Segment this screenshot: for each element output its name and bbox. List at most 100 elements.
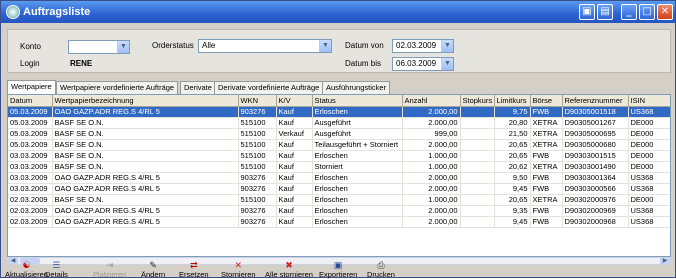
aktualisieren-button[interactable]: ☯ Aktualisieren bbox=[5, 261, 48, 279]
table-row[interactable]: 05.03.2009 BASF SE O.N. 515100 Kauf Ausgefüh… bbox=[8, 117, 670, 129]
chevron-down-icon[interactable]: ▼ bbox=[117, 41, 129, 53]
cancel-all-icon: ✖ bbox=[285, 260, 293, 270]
column-header[interactable]: Anzahl bbox=[402, 95, 461, 107]
screen-b-icon[interactable]: ▤ bbox=[597, 4, 613, 20]
column-header[interactable]: Referenznummer bbox=[562, 95, 629, 107]
table-cell: Erloschen bbox=[312, 150, 403, 162]
table-row[interactable]: 03.03.2009 OAO GAZP.ADR REG.S 4/RL 5 90327… bbox=[8, 172, 670, 184]
column-header[interactable]: WKN bbox=[238, 95, 277, 107]
drucken-button[interactable]: ⎙ Drucken bbox=[367, 261, 395, 279]
table-cell bbox=[460, 205, 495, 217]
table-cell: OAO GAZP.ADR REG.S 4/RL 5 bbox=[52, 205, 239, 217]
table-cell: 515100 bbox=[238, 117, 277, 129]
window-title: Auftragsliste bbox=[23, 6, 91, 18]
table-cell: 9,35 bbox=[494, 205, 531, 217]
chevron-down-icon[interactable]: ▼ bbox=[441, 58, 453, 70]
floppy-disk-icon: ▣ bbox=[333, 260, 343, 270]
chevron-down-icon[interactable]: ▼ bbox=[319, 40, 331, 52]
ersetzen-button[interactable]: ⇄ Ersetzen bbox=[179, 261, 209, 279]
stornieren-button[interactable]: ✕ Stornieren bbox=[221, 261, 256, 279]
tab-derivate-vordefiniert[interactable]: Derivate vordefinierte Aufträge bbox=[214, 81, 324, 94]
table-cell: DE000 bbox=[628, 139, 670, 151]
table-row[interactable]: 05.03.2009 BASF SE O.N. 515100 Kauf Teilausg… bbox=[8, 139, 670, 151]
table-row[interactable]: 03.03.2009 BASF SE O.N. 515100 Kauf Erlosche… bbox=[8, 150, 670, 162]
column-header[interactable]: Datum bbox=[8, 95, 53, 107]
column-header[interactable]: Börse bbox=[530, 95, 563, 107]
orderstatus-select[interactable]: Alle ▼ bbox=[198, 39, 332, 53]
table-cell: XETRA bbox=[530, 194, 563, 206]
column-header[interactable]: Wertpapierbezeichnung bbox=[52, 95, 239, 107]
table-cell: 2.000,00 bbox=[402, 183, 461, 195]
table-cell: BASF SE O.N. bbox=[52, 128, 239, 140]
column-header[interactable]: ISIN bbox=[628, 95, 670, 107]
table-cell: 1.000,00 bbox=[402, 194, 461, 206]
table-cell: D90303000566 bbox=[562, 183, 629, 195]
table-row[interactable]: 03.03.2009 OAO GAZP.ADR REG.S 4/RL 5 90327… bbox=[8, 183, 670, 195]
table-row[interactable]: 02.03.2009 BASF SE O.N. 515100 Kauf Erlosche… bbox=[8, 194, 670, 206]
maximize-button[interactable]: □ bbox=[639, 4, 655, 20]
table-cell: Ausgeführt bbox=[312, 117, 403, 129]
-ndern-button[interactable]: ✎ Ändern bbox=[141, 261, 165, 279]
orders-table[interactable]: Datum Wertpapierbezeichnung WKN K/V Status An… bbox=[7, 94, 671, 257]
table-cell: 903276 bbox=[238, 106, 277, 118]
table-cell: 9,75 bbox=[494, 106, 531, 118]
table-cell: DE000 bbox=[628, 117, 670, 129]
table-cell bbox=[460, 194, 495, 206]
table-cell: US368 bbox=[628, 216, 670, 228]
details-button[interactable]: ☰ Details bbox=[45, 261, 68, 279]
table-cell: Ausgeführt bbox=[312, 128, 403, 140]
datum-bis-picker[interactable]: 06.03.2009 ▼ bbox=[392, 57, 454, 71]
table-cell: XETRA bbox=[530, 139, 563, 151]
exportieren-button[interactable]: ▣ Exportieren bbox=[319, 261, 357, 279]
table-cell: XETRA bbox=[530, 117, 563, 129]
table-cell: FWB bbox=[530, 150, 563, 162]
platzieren-button: ⇥ Platzieren bbox=[93, 261, 126, 279]
table-cell: D90303001490 bbox=[562, 161, 629, 173]
scroll-right-icon[interactable]: ▶ bbox=[660, 258, 670, 264]
tab-wertpapiere[interactable]: Wertpapiere bbox=[7, 80, 56, 94]
table-row[interactable]: 03.03.2009 BASF SE O.N. 515100 Kauf Stornier… bbox=[8, 161, 670, 173]
datum-von-picker[interactable]: 02.03.2009 ▼ bbox=[392, 39, 454, 53]
table-cell: 05.03.2009 bbox=[8, 128, 53, 140]
table-cell: 05.03.2009 bbox=[8, 106, 53, 118]
tab-wertpapiere-vordefiniert[interactable]: Wertpapiere vordefinierte Aufträge bbox=[56, 81, 179, 94]
table-cell: 9,50 bbox=[494, 172, 531, 184]
table-cell: US368 bbox=[628, 205, 670, 217]
table-cell: 05.03.2009 bbox=[8, 117, 53, 129]
table-cell: Teilausgeführt + Storniert bbox=[312, 139, 403, 151]
table-cell: DE000 bbox=[628, 128, 670, 140]
close-button[interactable]: ✕ bbox=[657, 4, 673, 20]
alle-stornieren-button[interactable]: ✖ Alle stornieren bbox=[265, 261, 313, 279]
table-row[interactable]: 05.03.2009 BASF SE O.N. 515100 Verkauf Ausge… bbox=[8, 128, 670, 140]
title-bar[interactable]: Auftragsliste ▣ ▤ _ □ ✕ bbox=[1, 1, 675, 23]
table-cell bbox=[460, 117, 495, 129]
column-header[interactable]: K/V bbox=[276, 95, 313, 107]
table-cell: Kauf bbox=[276, 194, 313, 206]
table-cell bbox=[460, 106, 495, 118]
chevron-down-icon[interactable]: ▼ bbox=[441, 40, 453, 52]
table-cell: Verkauf bbox=[276, 128, 313, 140]
table-cell: FWB bbox=[530, 106, 563, 118]
table-cell: 03.03.2009 bbox=[8, 172, 53, 184]
table-cell: 20,65 bbox=[494, 139, 531, 151]
konto-label: Konto bbox=[20, 42, 41, 51]
table-cell: BASF SE O.N. bbox=[52, 161, 239, 173]
table-row[interactable]: 02.03.2009 OAO GAZP.ADR REG.S 4/RL 5 90327… bbox=[8, 205, 670, 217]
column-header[interactable]: Stopkurs bbox=[460, 95, 495, 107]
table-row[interactable]: 02.03.2009 OAO GAZP.ADR REG.S 4/RL 5 90327… bbox=[8, 216, 670, 228]
table-row[interactable]: 05.03.2009 OAO GAZP.ADR REG.S 4/RL 5 90327… bbox=[8, 106, 670, 118]
table-cell: XETRA bbox=[530, 161, 563, 173]
table-cell: 21,50 bbox=[494, 128, 531, 140]
table-cell: D90305001267 bbox=[562, 117, 629, 129]
konto-select[interactable]: ▼ bbox=[68, 40, 130, 54]
tab-ausfuehrungsticker[interactable]: Ausführungsticker bbox=[322, 81, 391, 94]
datum-von-label: Datum von bbox=[345, 41, 384, 50]
column-header[interactable]: Limitkurs bbox=[494, 95, 531, 107]
table-cell: 2.000,00 bbox=[402, 205, 461, 217]
minimize-button[interactable]: _ bbox=[621, 4, 637, 20]
tab-derivate[interactable]: Derivate bbox=[180, 81, 216, 94]
column-header[interactable]: Status bbox=[312, 95, 403, 107]
table-cell: 2.000,00 bbox=[402, 117, 461, 129]
screen-a-icon[interactable]: ▣ bbox=[579, 4, 595, 20]
table-cell: FWB bbox=[530, 205, 563, 217]
